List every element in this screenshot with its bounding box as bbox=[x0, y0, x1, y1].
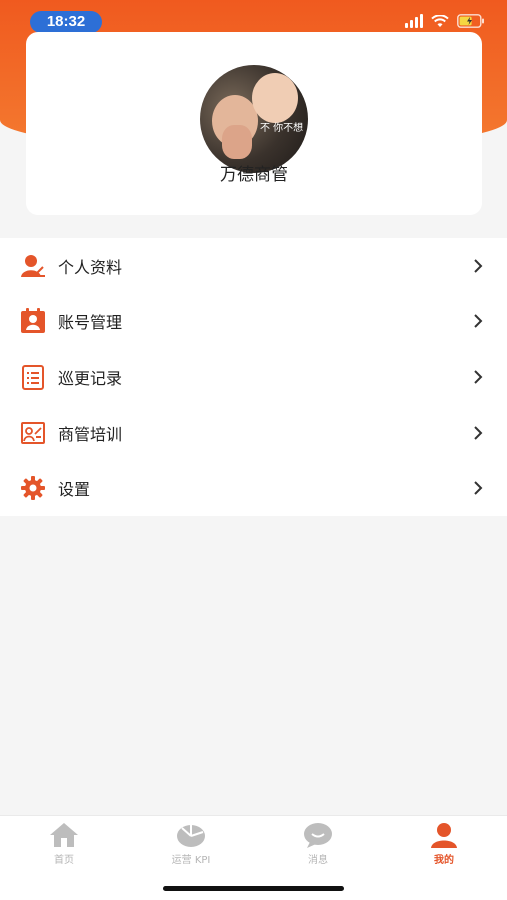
menu-item-label: 设置 bbox=[58, 480, 91, 500]
menu-item-label: 账号管理 bbox=[58, 313, 123, 333]
tab-messages[interactable]: 消息 bbox=[268, 822, 368, 866]
menu-item-label: 个人资料 bbox=[58, 257, 123, 277]
menu-item-label: 商管培训 bbox=[58, 424, 123, 444]
menu-item-settings[interactable]: 设置 bbox=[0, 460, 507, 516]
chevron-right-icon bbox=[474, 481, 483, 495]
checklist-icon bbox=[22, 364, 44, 390]
menu-item-patrol-records[interactable]: 巡更记录 bbox=[0, 349, 507, 405]
avatar-caption: 不 你不想 bbox=[260, 123, 304, 134]
tab-home[interactable]: 首页 bbox=[14, 822, 114, 866]
menu-item-account[interactable]: 账号管理 bbox=[0, 294, 507, 350]
pie-chart-icon bbox=[177, 825, 205, 847]
chevron-right-icon bbox=[474, 370, 483, 384]
chevron-right-icon bbox=[474, 314, 483, 329]
person-icon bbox=[21, 254, 45, 277]
tab-mine[interactable]: 我的 bbox=[394, 822, 494, 866]
chevron-right-icon bbox=[474, 425, 483, 440]
status-icons bbox=[405, 14, 485, 28]
profile-name: 万德商管 bbox=[220, 165, 288, 185]
menu-item-training[interactable]: 商管培训 bbox=[0, 405, 507, 461]
profile-card: 不 你不想 万德商管 bbox=[26, 32, 482, 215]
training-icon bbox=[21, 421, 45, 444]
chevron-right-icon bbox=[474, 259, 483, 273]
wifi-icon bbox=[431, 14, 449, 28]
chat-bubble-icon bbox=[304, 823, 332, 848]
menu-item-label: 巡更记录 bbox=[58, 368, 123, 388]
home-icon bbox=[50, 823, 78, 847]
user-icon bbox=[431, 823, 457, 848]
account-card-icon bbox=[21, 308, 45, 334]
gear-icon bbox=[21, 476, 45, 501]
signal-icon bbox=[405, 14, 423, 28]
menu-item-profile[interactable]: 个人资料 bbox=[0, 238, 507, 294]
home-indicator bbox=[163, 886, 344, 891]
avatar[interactable]: 不 你不想 bbox=[200, 65, 308, 173]
settings-menu: 个人资料 账号管理 巡更记录 商管培训 设置 bbox=[0, 238, 507, 516]
status-time: 18:32 bbox=[30, 11, 102, 33]
battery-icon bbox=[457, 14, 485, 28]
tab-kpi[interactable]: 运营 KPI bbox=[141, 822, 241, 866]
